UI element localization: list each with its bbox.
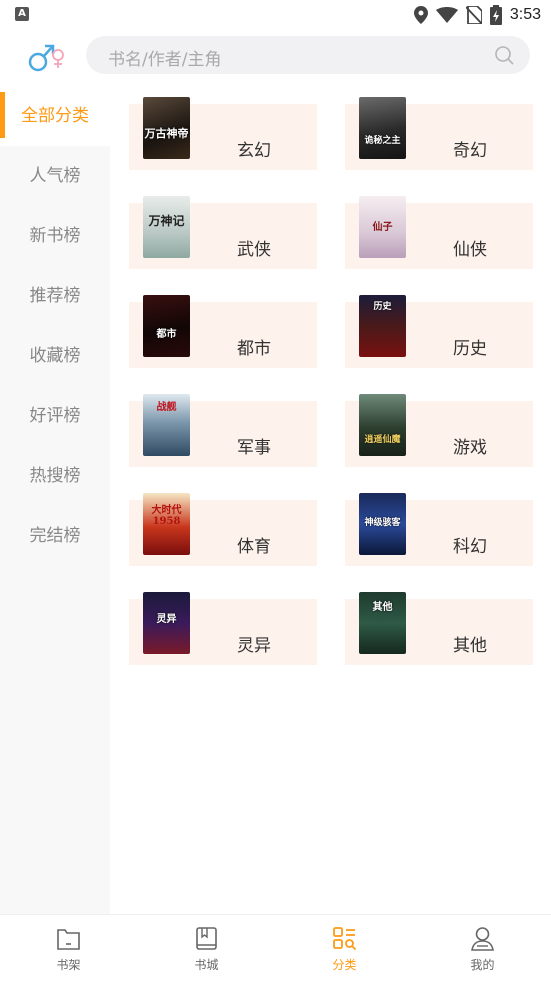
wifi-icon [435, 7, 458, 23]
nav-item-bookstore[interactable]: 书城 [138, 915, 275, 981]
app-notification-icon: A [15, 7, 29, 21]
category-card-wuxia[interactable]: 万神记 武侠 [129, 196, 317, 269]
sidebar-item-all-categories[interactable]: 全部分类 [0, 86, 110, 146]
bottom-nav: 书架 书城 分类 我的 [0, 914, 551, 981]
category-label: 历史 [453, 339, 487, 359]
category-card-qihuan[interactable]: 诡秘之主 奇幻 [345, 97, 533, 170]
nav-label: 分类 [332, 958, 357, 972]
battery-icon [489, 5, 502, 25]
sidebar-item-favorites[interactable]: 收藏榜 [0, 326, 110, 386]
category-card-dushi[interactable]: 都市 都市 [129, 295, 317, 368]
sidebar-item-popular[interactable]: 人气榜 [0, 146, 110, 206]
header: 书名/作者/主角 [0, 30, 551, 86]
category-label: 奇幻 [453, 141, 487, 161]
nav-label: 书架 [56, 958, 81, 972]
book-cover-image: 灵异 [143, 592, 190, 654]
book-cover-image: 战舰 [143, 394, 190, 456]
category-card-lishi[interactable]: 历史 历史 [345, 295, 533, 368]
category-card-youxi[interactable]: 逍遥仙魔 游戏 [345, 394, 533, 467]
category-label: 其他 [453, 636, 487, 656]
book-cover-image: 万古神帝 [143, 97, 190, 159]
category-label: 灵异 [237, 636, 271, 656]
sidebar-item-recommended[interactable]: 推荐榜 [0, 266, 110, 326]
nav-label: 书城 [194, 958, 219, 972]
book-cover-image: 都市 [143, 295, 190, 357]
sidebar-item-new-books[interactable]: 新书榜 [0, 206, 110, 266]
category-sidebar: 全部分类 人气榜 新书榜 推荐榜 收藏榜 好评榜 热搜榜 完结榜 [0, 86, 110, 914]
book-cover-image: 诡秘之主 [359, 97, 406, 159]
nav-item-bookshelf[interactable]: 书架 [0, 915, 137, 981]
nav-label: 我的 [470, 958, 495, 972]
nav-item-profile[interactable]: 我的 [414, 915, 551, 981]
location-icon [413, 6, 428, 24]
book-cover-image: 逍遥仙魔 [359, 394, 406, 456]
category-card-kehuan[interactable]: 神级骇客 科幻 [345, 493, 533, 566]
category-label: 武侠 [237, 240, 271, 260]
category-card-junshi[interactable]: 战舰 军事 [129, 394, 317, 467]
sidebar-item-completed[interactable]: 完结榜 [0, 506, 110, 566]
sidebar-item-trending[interactable]: 热搜榜 [0, 446, 110, 506]
status-bar: A 3:53 [0, 0, 551, 30]
gender-switch-icon[interactable] [26, 38, 68, 74]
category-label: 游戏 [453, 438, 487, 458]
book-cover-image: 万神记 [143, 196, 190, 258]
bookshelf-icon [57, 929, 80, 950]
category-label: 都市 [237, 339, 271, 359]
category-card-lingyi[interactable]: 灵异 灵异 [129, 592, 317, 665]
category-grid: 万古神帝 玄幻 诡秘之主 奇幻 万神记 武侠 仙子 仙侠 都市 都市 历史 历史 [110, 86, 551, 914]
category-label: 科幻 [453, 537, 487, 557]
category-label: 仙侠 [453, 240, 487, 260]
sidebar-item-top-rated[interactable]: 好评榜 [0, 386, 110, 446]
category-label: 玄幻 [237, 141, 271, 161]
category-label: 军事 [237, 438, 271, 458]
search-input[interactable]: 书名/作者/主角 [86, 36, 530, 74]
book-cover-image: 历史 [359, 295, 406, 357]
category-label: 体育 [237, 537, 271, 557]
book-cover-image: 神级骇客 [359, 493, 406, 555]
search-icon[interactable] [494, 45, 514, 65]
category-icon [333, 927, 357, 951]
category-card-tiyu[interactable]: 大时代1958 体育 [129, 493, 317, 566]
category-card-qita[interactable]: 其他 其他 [345, 592, 533, 665]
status-icons: 3:53 [413, 4, 541, 26]
search-placeholder: 书名/作者/主角 [108, 50, 222, 70]
no-sim-icon [465, 6, 482, 24]
book-cover-image: 大时代1958 [143, 493, 190, 555]
nav-item-category[interactable]: 分类 [276, 915, 413, 981]
book-icon [196, 927, 217, 950]
category-card-xuanhuan[interactable]: 万古神帝 玄幻 [129, 97, 317, 170]
user-icon [471, 927, 494, 951]
category-card-xianxia[interactable]: 仙子 仙侠 [345, 196, 533, 269]
book-cover-image: 其他 [359, 592, 406, 654]
book-cover-image: 仙子 [359, 196, 406, 258]
status-time: 3:53 [509, 6, 541, 23]
